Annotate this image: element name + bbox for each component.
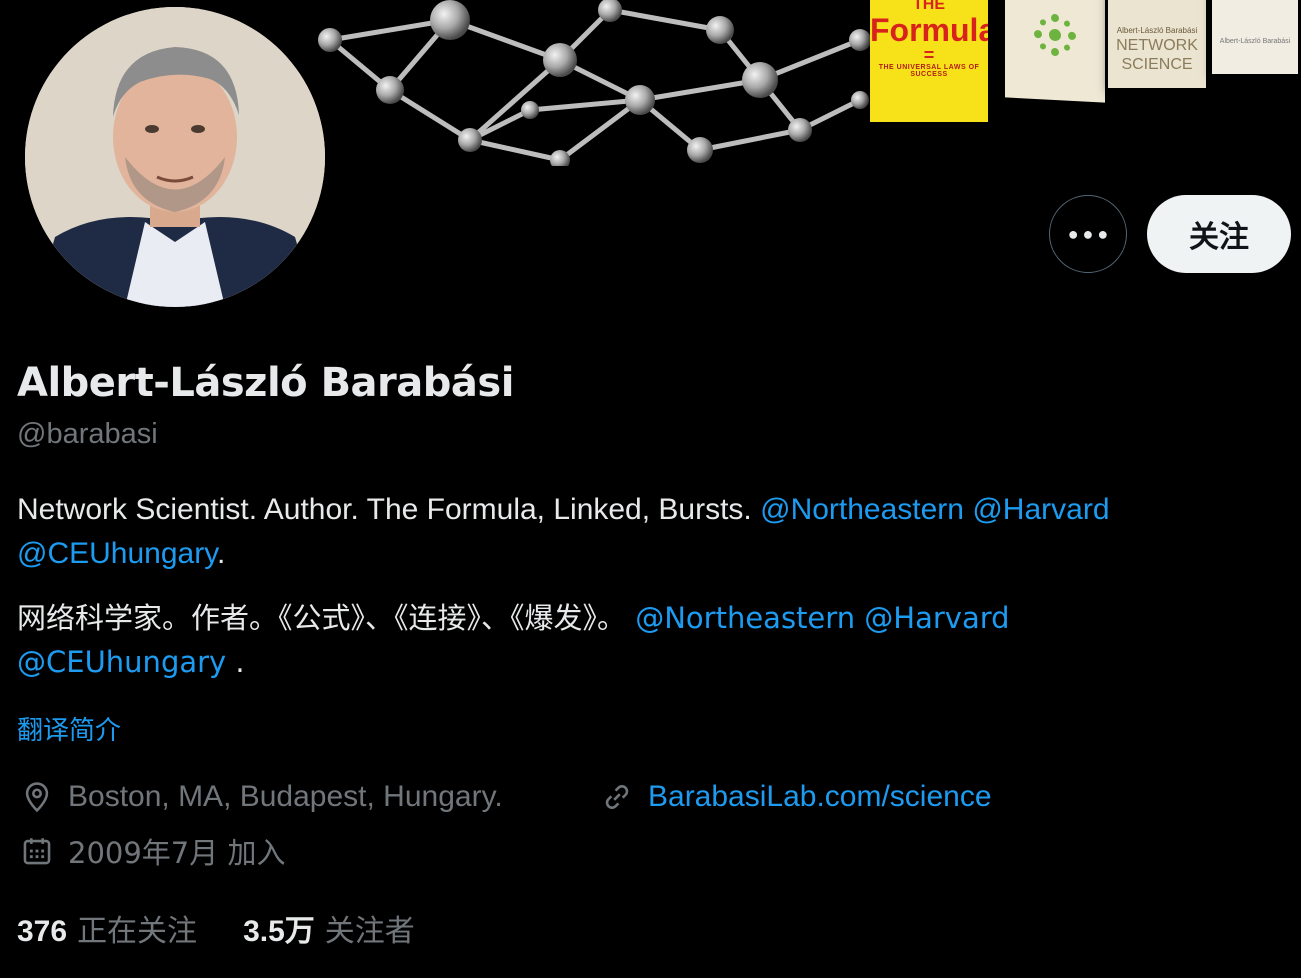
following-link[interactable]: 376 正在关注 — [17, 906, 197, 950]
link-icon — [605, 785, 629, 809]
location-pin-icon — [25, 782, 49, 813]
bio-translated-tail: . — [226, 645, 245, 679]
location-text: Boston, MA, Budapest, Hungary. — [68, 780, 503, 813]
translate-bio-link[interactable]: 翻译简介 — [17, 710, 121, 747]
profile-avatar[interactable] — [20, 2, 330, 312]
profile-bio-chinese: 网络科学家。作者。《公式》、《连接》、《爆发》。 @Northeastern @… — [17, 596, 1287, 684]
mention-harvard[interactable]: @Harvard — [864, 601, 1009, 635]
profile-location: Boston, MA, Budapest, Hungary. — [20, 780, 503, 814]
mention-ceuhungary[interactable]: @CEUhungary — [17, 537, 217, 570]
mention-ceuhungary[interactable]: @CEUhungary — [17, 645, 226, 679]
profile-bio-english: Network Scientist. Author. The Formula, … — [17, 488, 1287, 576]
network-flower-icon — [1034, 13, 1076, 57]
followers-label: 关注者 — [324, 914, 415, 949]
mention-northeastern[interactable]: @Northeastern — [635, 601, 855, 635]
mention-harvard[interactable]: @Harvard — [972, 493, 1109, 526]
website-link[interactable]: BarabasiLab.com/science — [648, 780, 992, 814]
join-date-text: 2009年7月 加入 — [68, 836, 286, 870]
following-label: 正在关注 — [77, 914, 198, 949]
follow-button[interactable]: 关注 — [1147, 195, 1291, 273]
followers-count: 3.5万 — [243, 915, 315, 948]
profile-join-date: 2009年7月 加入 — [20, 830, 285, 872]
bio-tail: . — [216, 537, 226, 570]
profile-website: BarabasiLab.com/science — [600, 780, 992, 814]
profile-display-name: Albert-László Barabási — [17, 360, 514, 406]
mention-northeastern[interactable]: @Northeastern — [760, 493, 964, 526]
more-dots-icon: ●●● — [1067, 223, 1113, 244]
followers-link[interactable]: 3.5万 关注者 — [243, 906, 415, 950]
book-cover-network-science: Albert-László Barabási NETWORK SCIENCE — [1108, 0, 1206, 88]
book-cover-the-formula: THE Formula = THE UNIVERSAL LAWS OF SUCC… — [870, 0, 988, 122]
profile-stats: 376 正在关注 3.5万 关注者 — [17, 906, 415, 950]
bio-text: Network Scientist. Author. The Formula, … — [17, 493, 761, 526]
avatar-photo — [25, 7, 325, 307]
book-cover-linked — [1005, 0, 1105, 103]
bio-translated-text: 网络科学家。作者。《公式》、《连接》、《爆发》。 — [17, 601, 636, 635]
profile-handle: @barabasi — [17, 418, 158, 450]
calendar-icon — [23, 838, 51, 865]
following-count: 376 — [17, 915, 68, 948]
more-options-button[interactable]: ●●● — [1049, 195, 1127, 273]
book-cover-bursts: Albert-László Barabási — [1212, 0, 1298, 74]
